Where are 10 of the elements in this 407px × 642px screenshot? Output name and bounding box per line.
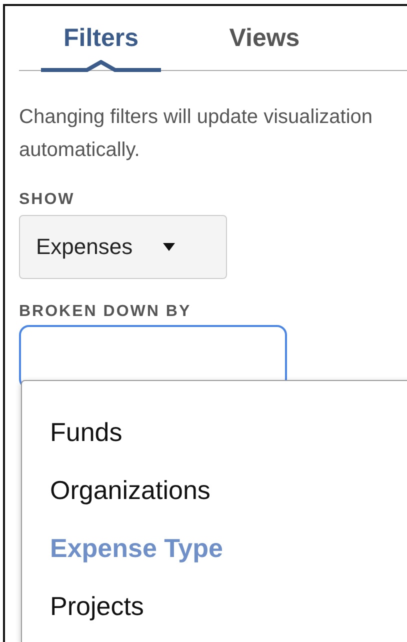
field-label: BROKEN DOWN BY	[19, 303, 192, 321]
menu-option[interactable]: Organizations	[22, 461, 210, 519]
menu-option[interactable]: Funds	[22, 403, 122, 461]
tab[interactable]: Filters	[41, 6, 161, 56]
description-text: Changing filters will update visualization automatically.	[19, 105, 374, 163]
tab[interactable]: Views	[183, 6, 346, 56]
caret-icon	[162, 243, 175, 251]
menu-option[interactable]: Projects	[22, 577, 144, 635]
field-label: SHOW	[19, 191, 76, 209]
show-dropdown[interactable]: Expenses	[19, 215, 227, 279]
